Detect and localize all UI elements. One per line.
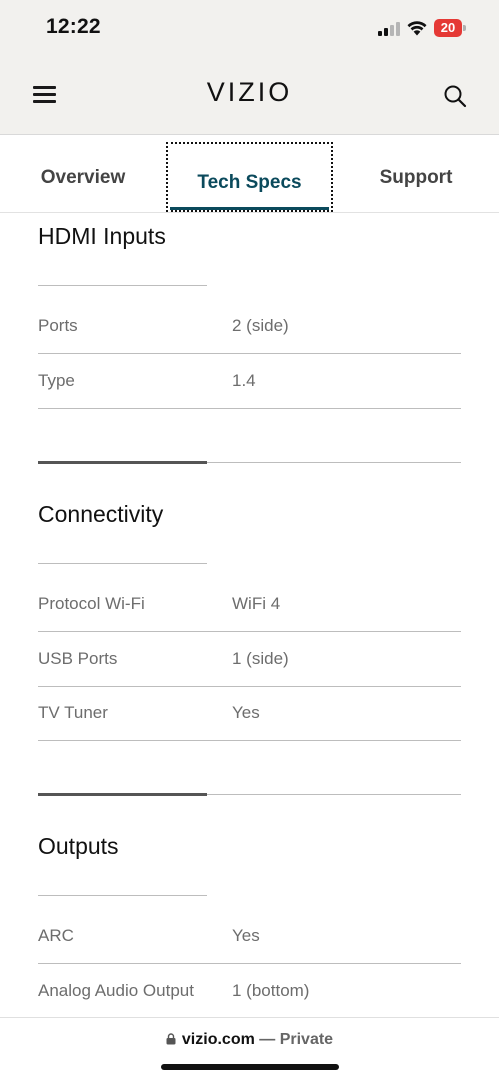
home-indicator[interactable]	[161, 1064, 339, 1070]
spec-label: ARC	[38, 926, 74, 945]
url-domain: vizio.com	[181, 1031, 255, 1048]
tab-overview[interactable]: Overview	[0, 136, 166, 213]
lock-icon	[166, 1033, 176, 1045]
tab-support[interactable]: Support	[333, 136, 499, 213]
status-bar: 12:22 20	[0, 0, 499, 58]
tab-tech-specs-label: Tech Specs	[197, 172, 302, 193]
title-rule	[38, 895, 207, 896]
search-icon[interactable]	[443, 84, 467, 108]
spec-label: Analog Audio Output	[38, 981, 194, 1000]
spec-row: Type 1.4	[38, 354, 461, 409]
spec-row: Ports 2 (side)	[38, 299, 461, 354]
spec-label: Ports	[38, 316, 78, 335]
url-display[interactable]: vizio.com — Private	[0, 1031, 499, 1049]
spec-value: Yes	[232, 703, 260, 722]
browser-address-bar[interactable]: vizio.com — Private	[0, 1017, 499, 1080]
spec-label: TV Tuner	[38, 703, 108, 722]
spec-value: WiFi 4	[232, 594, 281, 613]
site-header: VIZIO	[0, 58, 499, 135]
section-title-hdmi-inputs: HDMI Inputs	[38, 223, 166, 249]
wifi-icon	[407, 21, 427, 36]
private-browsing-label: Private	[279, 1031, 334, 1048]
spec-value: 1 (bottom)	[232, 981, 310, 1000]
spec-label: Type	[38, 371, 75, 390]
spec-value: Yes	[232, 926, 260, 945]
tab-bar: Overview Tech Specs Support	[0, 136, 499, 213]
tab-tech-specs[interactable]: Tech Specs	[166, 142, 333, 212]
status-time: 12:22	[46, 15, 101, 38]
section-divider	[38, 461, 461, 464]
title-rule	[38, 285, 207, 286]
spec-value: 1 (side)	[232, 649, 289, 668]
section-title-connectivity: Connectivity	[38, 501, 164, 527]
spec-row: Analog Audio Output 1 (bottom)	[38, 964, 461, 1017]
title-rule	[38, 563, 207, 564]
spec-row: ARC Yes	[38, 909, 461, 964]
cellular-signal-icon	[378, 22, 402, 36]
spec-label: USB Ports	[38, 649, 118, 668]
section-divider	[38, 793, 461, 796]
battery-level: 20	[434, 19, 462, 37]
vizio-logo[interactable]: VIZIO	[0, 77, 499, 108]
battery-icon: 20	[434, 19, 466, 37]
spec-row: Protocol Wi-Fi WiFi 4	[38, 577, 461, 632]
spec-value: 1.4	[232, 371, 256, 390]
tech-specs-content[interactable]: HDMI Inputs Ports 2 (side) Type 1.4 Conn…	[0, 213, 499, 1017]
spec-value: 2 (side)	[232, 316, 289, 335]
section-title-outputs: Outputs	[38, 833, 119, 859]
spec-label: Protocol Wi-Fi	[38, 594, 145, 613]
active-tab-indicator	[170, 207, 329, 210]
spec-row: USB Ports 1 (side)	[38, 632, 461, 687]
spec-row: TV Tuner Yes	[38, 686, 461, 741]
url-separator: —	[254, 1031, 280, 1048]
